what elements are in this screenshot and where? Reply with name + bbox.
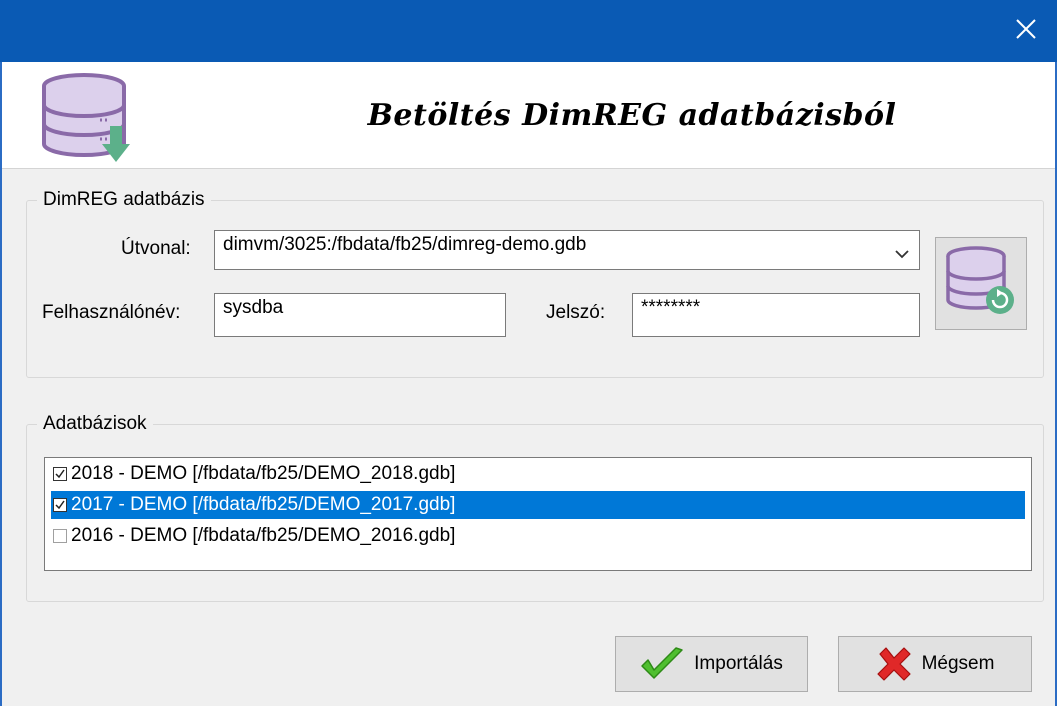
list-item[interactable]: 2018 - DEMO [/fbdata/fb25/DEMO_2018.gdb] — [51, 460, 455, 488]
checkbox[interactable] — [53, 467, 67, 481]
dialog-header: Betöltés DimREG adatbázisból — [2, 62, 1055, 169]
list-item-label: 2018 - DEMO [/fbdata/fb25/DEMO_2018.gdb] — [71, 463, 456, 484]
username-label: Felhasználónév: — [42, 302, 181, 323]
path-value: dimvm/3025:/fbdata/fb25/dimreg-demo.gdb — [223, 234, 587, 255]
close-icon — [1015, 18, 1037, 45]
path-label: Útvonal: — [121, 238, 191, 259]
list-item-label: 2017 - DEMO [/fbdata/fb25/DEMO_2017.gdb] — [71, 494, 456, 515]
dialog-title: Betöltés DimREG adatbázisból — [367, 97, 897, 133]
cancel-button-label: Mégsem — [921, 653, 995, 674]
path-combobox[interactable]: dimvm/3025:/fbdata/fb25/dimreg-demo.gdb — [214, 230, 920, 270]
username-field[interactable]: sysdba — [214, 293, 506, 337]
cancel-button[interactable]: Mégsem — [838, 636, 1032, 692]
dimreg-database-group: DimREG adatbázis — [26, 189, 1044, 378]
checkmark-icon — [640, 646, 684, 682]
chevron-down-icon[interactable] — [895, 243, 909, 265]
password-label: Jelszó: — [546, 302, 606, 323]
password-value: ******** — [641, 297, 701, 318]
checkbox[interactable] — [53, 498, 67, 512]
list-item-label: 2016 - DEMO [/fbdata/fb25/DEMO_2016.gdb] — [71, 525, 456, 546]
checkbox[interactable] — [53, 529, 67, 543]
list-item[interactable]: 2016 - DEMO [/fbdata/fb25/DEMO_2016.gdb] — [51, 522, 455, 550]
database-refresh-icon — [944, 244, 1018, 323]
title-bar — [0, 0, 1057, 62]
connect-database-button[interactable] — [935, 237, 1027, 330]
databases-group-legend: Adatbázisok — [37, 413, 153, 435]
close-button[interactable] — [995, 0, 1057, 62]
import-button[interactable]: Importálás — [615, 636, 808, 692]
password-field[interactable]: ******** — [632, 293, 920, 337]
list-item-selected[interactable]: 2017 - DEMO [/fbdata/fb25/DEMO_2017.gdb] — [51, 491, 1025, 519]
database-list[interactable]: 2018 - DEMO [/fbdata/fb25/DEMO_2018.gdb]… — [44, 457, 1032, 571]
database-download-icon — [40, 72, 142, 168]
dimreg-group-legend: DimREG adatbázis — [37, 189, 211, 211]
red-x-icon — [876, 646, 912, 682]
import-button-label: Importálás — [694, 653, 783, 674]
username-value: sysdba — [223, 297, 284, 318]
